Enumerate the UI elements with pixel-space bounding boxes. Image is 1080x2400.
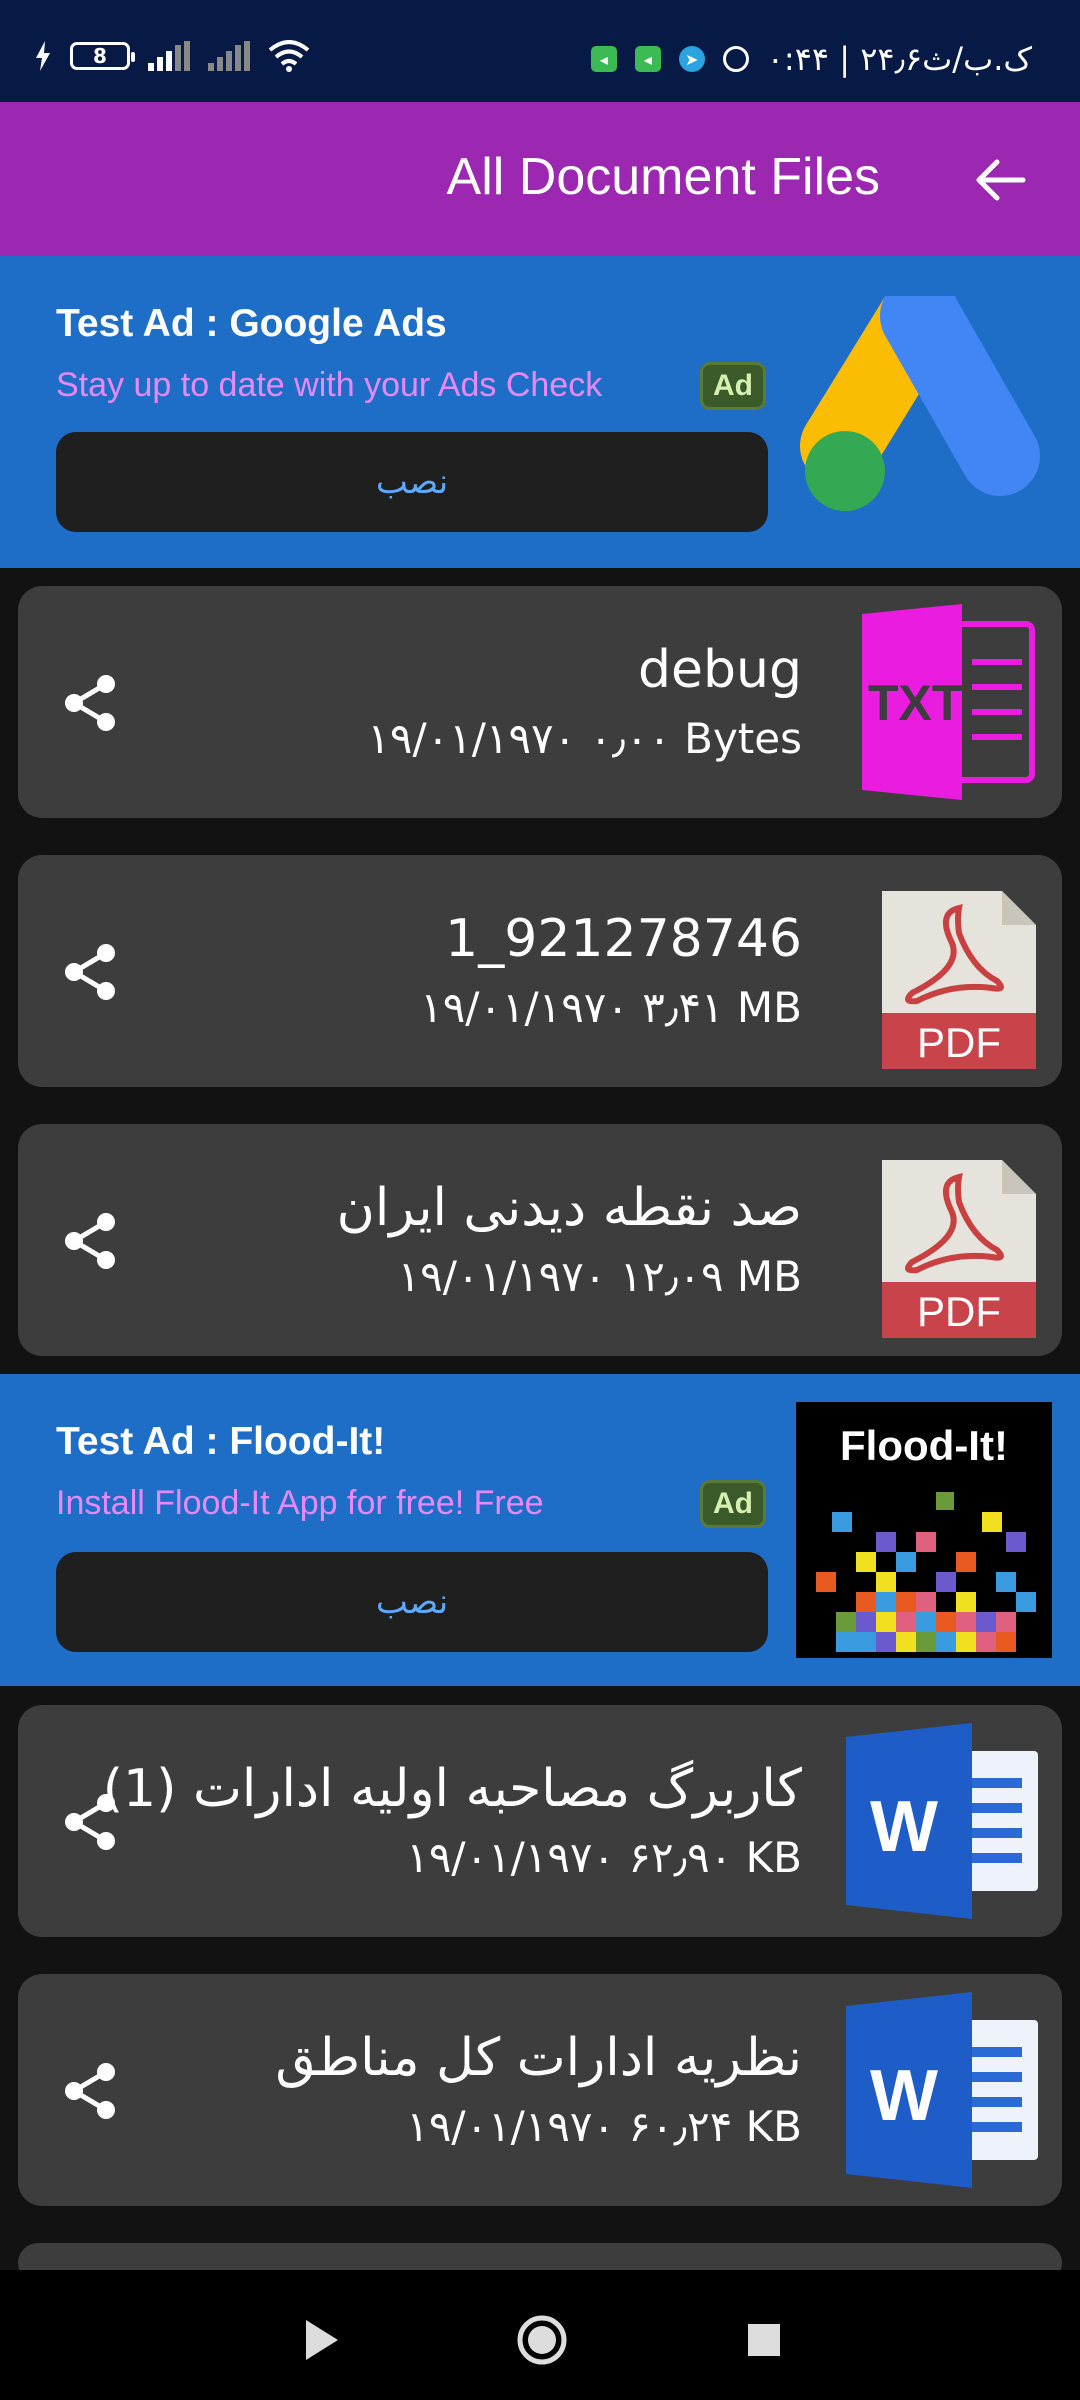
pdf-label: PDF (917, 1288, 1001, 1335)
nav-back-button[interactable] (290, 2310, 350, 2370)
word-file-icon: W (846, 1992, 1038, 2188)
signal-icon (148, 41, 190, 71)
battery-level: 8 (93, 44, 107, 68)
status-time: ۰:۴۴ | ۲۴٫۶ک.ب/ث (766, 40, 1032, 78)
word-file-icon: W (846, 1723, 1038, 1919)
share-icon[interactable] (58, 939, 124, 1005)
app-notification-icon: ◂ (590, 46, 617, 72)
ad-badge: Ad (700, 1480, 766, 1528)
battery-icon: 8 (70, 42, 135, 70)
ad-banner-flood-it[interactable]: Test Ad : Flood-It! Install Flood-It App… (0, 1374, 1080, 1686)
app-bar: All Document Files (0, 102, 1080, 256)
word-label: W (870, 2056, 938, 2136)
arrow-back-icon (976, 159, 1026, 201)
ad-description: Install Flood-It App for free! Free (56, 1484, 544, 1522)
pdf-label: PDF (917, 1019, 1001, 1066)
file-meta: ۱۹/۰۱/۱۹۷۰ ۱۲٫۰۹ MB (397, 1252, 802, 1301)
file-meta: ۱۹/۰۱/۱۹۷۰ ۰٫۰۰ Bytes (367, 714, 802, 763)
status-bar: 8 ◂ ◂ ➤ ۰:۴۴ | ۲۴٫۶ک.ب/ث (0, 0, 1080, 102)
file-name: کاربرگ مصاحبه اولیه ادارات (1) (102, 1759, 802, 1819)
ad-banner-google[interactable]: Test Ad : Google Ads Stay up to date wit… (0, 256, 1080, 568)
file-meta: ۱۹/۰۱/۱۹۷۰ ۶۰٫۲۴ KB (406, 2102, 802, 2151)
file-meta: ۱۹/۰۱/۱۹۷۰ ۳٫۴۱ MB (420, 983, 802, 1032)
charging-icon (36, 41, 50, 71)
pdf-file-icon: PDF (882, 1160, 1036, 1338)
wifi-icon (268, 40, 310, 72)
ad-install-button[interactable]: نصب (56, 1552, 768, 1652)
file-name: debug (638, 640, 802, 700)
share-icon[interactable] (58, 670, 124, 736)
nav-home-button[interactable] (512, 2310, 572, 2370)
telegram-icon: ➤ (678, 46, 705, 72)
ad-badge: Ad (700, 362, 766, 410)
page-title: All Document Files (446, 148, 880, 206)
back-button[interactable] (966, 148, 1036, 212)
file-item-pdf-1[interactable]: 921278746_1 ۱۹/۰۱/۱۹۷۰ ۳٫۴۱ MB PDF (18, 855, 1062, 1087)
file-item-pdf-2[interactable]: صد نقطه دیدنی ایران ۱۹/۰۱/۱۹۷۰ ۱۲٫۰۹ MB … (18, 1124, 1062, 1356)
navigation-bar (0, 2270, 1080, 2400)
file-item-debug[interactable]: debug ۱۹/۰۱/۱۹۷۰ ۰٫۰۰ Bytes TXT (18, 586, 1062, 818)
file-meta: ۱۹/۰۱/۱۹۷۰ ۶۲٫۹۰ KB (406, 1833, 802, 1882)
google-ads-logo (800, 296, 1040, 511)
flood-it-tiles (816, 1492, 1036, 1652)
app-notification-icon-2: ◂ (634, 46, 661, 72)
signal-icon-2 (208, 41, 250, 71)
flood-it-logo: Flood-It! (796, 1402, 1052, 1658)
ad-title: Test Ad : Google Ads (56, 302, 447, 345)
txt-file-icon: TXT (862, 604, 1035, 800)
txt-label: TXT (868, 675, 962, 731)
file-name: نظریه ادارات کل مناطق (275, 2028, 802, 2088)
share-icon[interactable] (58, 1208, 124, 1274)
nav-recents-button[interactable] (734, 2310, 794, 2370)
flood-it-logo-text: Flood-It! (840, 1422, 1008, 1469)
status-left: 8 (34, 40, 310, 72)
share-icon[interactable] (58, 2058, 124, 2124)
alarm-icon (722, 46, 749, 72)
word-label: W (870, 1787, 938, 1867)
ad-install-button[interactable]: نصب (56, 432, 768, 532)
file-item-doc-1[interactable]: کاربرگ مصاحبه اولیه ادارات (1) ۱۹/۰۱/۱۹۷… (18, 1705, 1062, 1937)
ad-title: Test Ad : Flood-It! (56, 1420, 386, 1463)
file-item-doc-2[interactable]: نظریه ادارات کل مناطق ۱۹/۰۱/۱۹۷۰ ۶۰٫۲۴ K… (18, 1974, 1062, 2206)
status-right: ◂ ◂ ➤ ۰:۴۴ | ۲۴٫۶ک.ب/ث (590, 40, 1032, 78)
file-name: صد نقطه دیدنی ایران (336, 1178, 802, 1238)
file-name: 921278746_1 (445, 909, 802, 969)
pdf-file-icon: PDF (882, 891, 1036, 1069)
ad-description: Stay up to date with your Ads Check (56, 366, 603, 404)
